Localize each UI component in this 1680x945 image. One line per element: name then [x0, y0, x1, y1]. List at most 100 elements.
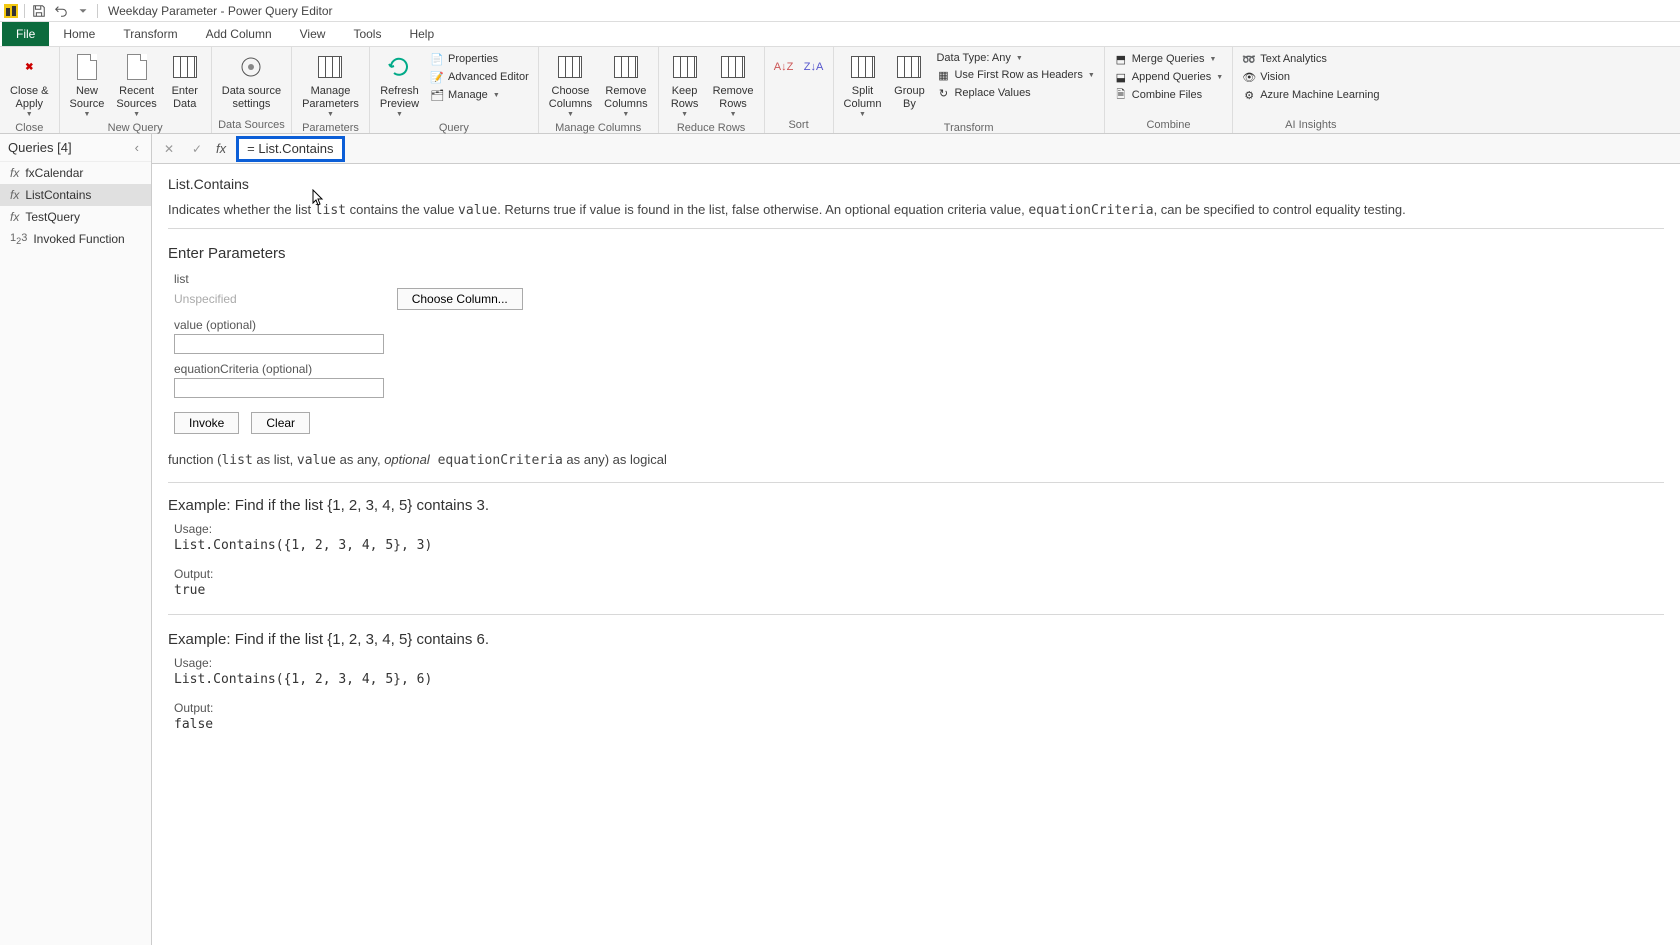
- replace-values-button[interactable]: ↻Replace Values: [933, 85, 1097, 101]
- menu-view[interactable]: View: [286, 22, 340, 46]
- ribbon-group-data-sources: Data source settings Data Sources: [212, 47, 292, 133]
- content-area: ✕ ✓ fx = List.Contains List.Contains Ind…: [152, 134, 1680, 945]
- append-queries-button[interactable]: ⬓Append Queries▼: [1111, 69, 1226, 85]
- query-item-fxcalendar[interactable]: fx fxCalendar: [0, 162, 151, 184]
- sort-asc-button[interactable]: A↓Z: [771, 49, 797, 85]
- menubar: File Home Transform Add Column View Tool…: [0, 22, 1680, 46]
- function-title: List.Contains: [168, 176, 1664, 192]
- chevron-down-icon: ▼: [26, 111, 33, 118]
- query-item-listcontains[interactable]: fx ListContains: [0, 184, 151, 206]
- qat-dropdown-icon[interactable]: [75, 3, 91, 19]
- choose-columns-button[interactable]: Choose Columns ▼: [545, 49, 596, 120]
- queries-pane: Queries [4] ‹ fx fxCalendar fx ListConta…: [0, 134, 152, 945]
- azure-ml-icon: ⚙: [1242, 88, 1256, 102]
- query-label: fxCalendar: [25, 166, 83, 180]
- function-icon: fx: [10, 166, 19, 180]
- menu-file[interactable]: File: [2, 22, 49, 46]
- queries-header-label: Queries [4]: [8, 140, 72, 155]
- table-icon: [173, 56, 197, 78]
- group-by-button[interactable]: Group By: [889, 49, 929, 112]
- chevron-down-icon: ▼: [1216, 74, 1223, 81]
- param-label: value (optional): [174, 318, 1664, 332]
- example-code: List.Contains({1, 2, 3, 4, 5}, 6): [174, 672, 1664, 687]
- sort-asc-icon: A↓Z: [774, 61, 794, 73]
- new-source-button[interactable]: New Source ▼: [66, 49, 109, 120]
- function-description: Indicates whether the list list contains…: [168, 202, 1664, 229]
- merge-queries-button[interactable]: ⬒Merge Queries▼: [1111, 51, 1226, 67]
- refresh-preview-button[interactable]: Refresh Preview ▼: [376, 49, 423, 120]
- ribbon-group-new-query: New Source ▼ Recent Sources ▼ Enter Data…: [60, 47, 212, 133]
- ribbon: ✖ Close & Apply ▼ Close New Source ▼ Rec…: [0, 46, 1680, 134]
- param-eq-input[interactable]: [174, 378, 384, 398]
- remove-columns-icon: [614, 56, 638, 78]
- menu-add-column[interactable]: Add Column: [192, 22, 286, 46]
- clear-button[interactable]: Clear: [251, 412, 310, 434]
- menu-help[interactable]: Help: [395, 22, 448, 46]
- menu-home[interactable]: Home: [49, 22, 109, 46]
- chevron-down-icon: ▼: [1016, 55, 1023, 62]
- app-icon: [4, 4, 18, 18]
- choose-column-button[interactable]: Choose Column...: [397, 288, 523, 310]
- divider: [97, 4, 98, 18]
- first-row-headers-button[interactable]: ▦Use First Row as Headers▼: [933, 67, 1097, 83]
- example-2: Example: Find if the list {1, 2, 3, 4, 5…: [168, 631, 1664, 732]
- chevron-down-icon: ▼: [83, 111, 90, 118]
- ribbon-group-label: Combine: [1111, 117, 1226, 133]
- example-1: Example: Find if the list {1, 2, 3, 4, 5…: [168, 497, 1664, 598]
- output-label: Output:: [174, 567, 1664, 581]
- ribbon-group-label: Sort: [771, 117, 827, 133]
- split-column-button[interactable]: Split Column ▼: [840, 49, 886, 120]
- query-item-testquery[interactable]: fx TestQuery: [0, 206, 151, 228]
- param-value-unspecified: Unspecified: [174, 292, 237, 306]
- chevron-down-icon: ▼: [493, 92, 500, 99]
- remove-columns-button[interactable]: Remove Columns ▼: [600, 49, 651, 120]
- azure-ml-button[interactable]: ⚙Azure Machine Learning: [1239, 87, 1382, 103]
- save-icon[interactable]: [31, 3, 47, 19]
- vision-button[interactable]: 👁Vision: [1239, 69, 1382, 85]
- remove-rows-button[interactable]: Remove Rows ▼: [709, 49, 758, 120]
- text-analytics-button[interactable]: ➿Text Analytics: [1239, 51, 1382, 67]
- commit-formula-icon[interactable]: ✓: [188, 140, 206, 158]
- usage-label: Usage:: [174, 656, 1664, 670]
- keep-rows-icon: [673, 56, 697, 78]
- properties-button[interactable]: 📄Properties: [427, 51, 532, 67]
- menu-transform[interactable]: Transform: [109, 22, 191, 46]
- chevron-down-icon: ▼: [859, 111, 866, 118]
- ribbon-group-parameters: Manage Parameters ▼ Parameters: [292, 47, 370, 133]
- recent-sources-button[interactable]: Recent Sources ▼: [112, 49, 160, 120]
- param-list: list Unspecified Choose Column...: [174, 272, 1664, 310]
- data-type-button[interactable]: Data Type: Any▼: [933, 51, 1097, 65]
- keep-rows-button[interactable]: Keep Rows ▼: [665, 49, 705, 120]
- collapse-pane-icon[interactable]: ‹: [131, 140, 143, 155]
- formula-input[interactable]: = List.Contains: [236, 136, 344, 162]
- close-apply-button[interactable]: ✖ Close & Apply ▼: [6, 49, 53, 120]
- enter-data-button[interactable]: Enter Data: [165, 49, 205, 112]
- query-item-invoked-function[interactable]: 123 Invoked Function: [0, 228, 151, 250]
- advanced-editor-button[interactable]: 📝Advanced Editor: [427, 69, 532, 85]
- parameters-icon: [318, 56, 342, 78]
- param-value-input[interactable]: [174, 334, 384, 354]
- query-label: TestQuery: [25, 210, 80, 224]
- manage-button[interactable]: 🗂Manage▼: [427, 87, 532, 103]
- chevron-down-icon: ▼: [730, 111, 737, 118]
- example-code: List.Contains({1, 2, 3, 4, 5}, 3): [174, 538, 1664, 553]
- example-heading: Example: Find if the list {1, 2, 3, 4, 5…: [168, 497, 1664, 514]
- data-source-settings-button[interactable]: Data source settings: [218, 49, 285, 112]
- text-analytics-icon: ➿: [1242, 52, 1256, 66]
- ribbon-group-manage-columns: Choose Columns ▼ Remove Columns ▼ Manage…: [539, 47, 659, 133]
- query-label: Invoked Function: [33, 232, 124, 246]
- gear-database-icon: [238, 54, 264, 80]
- sort-desc-button[interactable]: Z↓A: [801, 49, 827, 85]
- undo-icon[interactable]: [53, 3, 69, 19]
- param-equation-criteria: equationCriteria (optional): [174, 362, 1664, 398]
- cancel-formula-icon[interactable]: ✕: [160, 140, 178, 158]
- invoke-button[interactable]: Invoke: [174, 412, 239, 434]
- fx-icon[interactable]: fx: [216, 141, 226, 156]
- sort-desc-icon: Z↓A: [804, 61, 824, 73]
- menu-tools[interactable]: Tools: [339, 22, 395, 46]
- combine-files-button[interactable]: 🗎Combine Files: [1111, 87, 1226, 103]
- manage-parameters-button[interactable]: Manage Parameters ▼: [298, 49, 363, 120]
- append-icon: ⬓: [1114, 70, 1128, 84]
- ribbon-group-sort: A↓Z Z↓A Sort: [765, 47, 834, 133]
- ribbon-group-query: Refresh Preview ▼ 📄Properties 📝Advanced …: [370, 47, 539, 133]
